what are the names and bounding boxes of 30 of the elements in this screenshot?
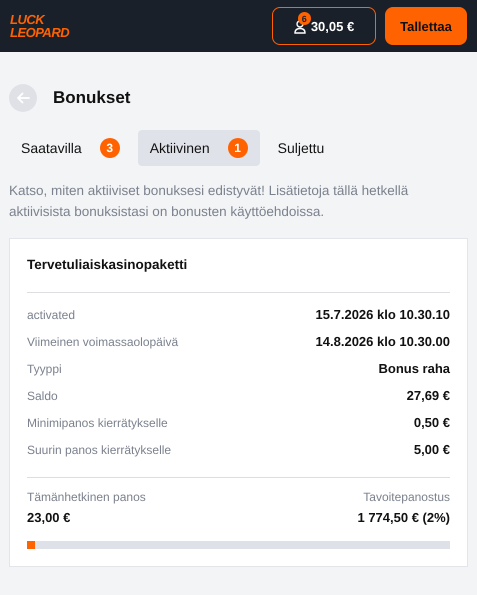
detail-label: Minimipanos kierrätykselle (27, 416, 168, 430)
logo[interactable]: LUCK LEOPARD (10, 13, 70, 39)
detail-label: Saldo (27, 389, 58, 403)
detail-value: Bonus raha (378, 361, 450, 376)
count-badge: 3 (100, 138, 120, 158)
tab[interactable]: Suljettu (266, 130, 336, 166)
detail-value: 5,00 € (414, 442, 450, 457)
description-text: Katso, miten aktiiviset bonuksesi edistyvät! Lisätietoja tällä hetkellä aktiivisista bonuksistasi on bonusten käyttöehdoissa. (9, 182, 410, 221)
detail-value: 27,69 € (406, 388, 450, 403)
bonus-title: Tervetuliaiskasinopaketti (27, 257, 188, 272)
detail-label: Viimeinen voimassaolopäivä (27, 335, 178, 349)
detail-value: 14.8.2026 klo 10.30.00 (316, 334, 450, 349)
detail-value: 0,50 € (414, 415, 450, 430)
tab[interactable]: Saatavilla 3 (9, 130, 132, 166)
detail-label: activated (27, 308, 76, 322)
page-title: Bonukset (53, 88, 130, 108)
detail-value: 15.7.2026 klo 10.30.10 (316, 307, 450, 322)
deposit-button[interactable]: Tallettaa (385, 7, 467, 45)
count-badge: 1 (228, 138, 248, 158)
current-wager-label: Tämänhetkinen panos (27, 490, 146, 504)
balance-button[interactable]: 6 30,05 € (272, 7, 376, 45)
current-wager-value: 23,00 € (27, 510, 72, 525)
tab[interactable]: Aktiivinen 1 (138, 130, 260, 166)
detail-label: Tyyppi (27, 362, 62, 376)
target-wager-label: Tavoitepanostus (363, 490, 450, 504)
arrow-icon (16, 92, 30, 104)
target-wager-value: 1 774,50 € (2%) (357, 510, 450, 525)
back-button[interactable] (9, 84, 37, 112)
notification-badge: 6 (298, 12, 311, 25)
detail-label: Suurin panos kierrätykselle (27, 443, 172, 457)
